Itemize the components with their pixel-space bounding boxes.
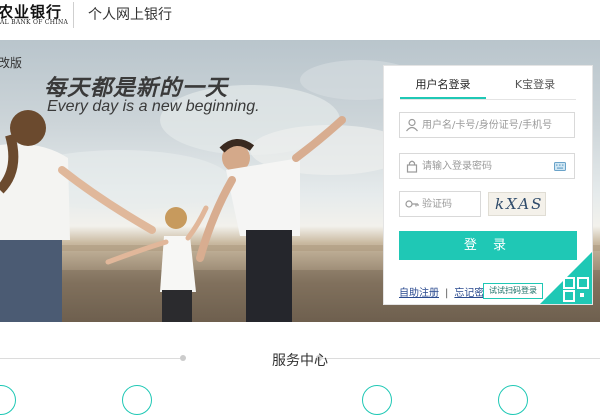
slogan-english: Every day is a new beginning. — [47, 98, 260, 115]
service-item-icon[interactable] — [0, 385, 16, 415]
register-link[interactable]: 自助注册 — [399, 288, 439, 299]
bank-logo-english: AL BANK OF CHINA — [0, 19, 69, 26]
link-separator: | — [445, 288, 449, 299]
qr-login-tip[interactable]: 试试扫码登录 — [483, 283, 543, 299]
captcha-input[interactable] — [422, 193, 478, 215]
captcha-field[interactable] — [399, 191, 481, 217]
keyboard-icon[interactable] — [554, 162, 566, 171]
password-field[interactable] — [399, 153, 575, 179]
lock-icon — [406, 160, 418, 173]
tab-divider — [400, 99, 576, 100]
username-input[interactable] — [422, 114, 570, 136]
qr-code-icon[interactable] — [540, 252, 592, 304]
service-center-title: 服务中心 — [272, 353, 328, 369]
old-version-link[interactable]: 改版 — [0, 54, 22, 71]
username-field[interactable] — [399, 112, 575, 138]
forgot-password-link[interactable]: 忘记密 — [454, 288, 484, 299]
login-links: 自助注册 | 忘记密 — [399, 284, 484, 299]
login-panel: 用户名登录 K宝登录 kXAS 登 录 — [383, 65, 593, 305]
captcha-text: kXAS — [495, 195, 544, 213]
tab-username-login[interactable]: 用户名登录 — [400, 66, 486, 99]
service-item-icon[interactable] — [498, 385, 528, 415]
header-divider — [73, 2, 74, 28]
service-item-icon[interactable] — [362, 385, 392, 415]
user-icon — [406, 118, 418, 132]
service-item-icon[interactable] — [122, 385, 152, 415]
password-input[interactable] — [422, 155, 570, 177]
header: 农业银行 AL BANK OF CHINA 个人网上银行 — [0, 0, 600, 40]
captcha-image[interactable]: kXAS — [488, 192, 546, 216]
page-title: 个人网上银行 — [88, 7, 172, 23]
tab-kbao-login[interactable]: K宝登录 — [492, 66, 578, 99]
key-icon — [405, 200, 419, 208]
